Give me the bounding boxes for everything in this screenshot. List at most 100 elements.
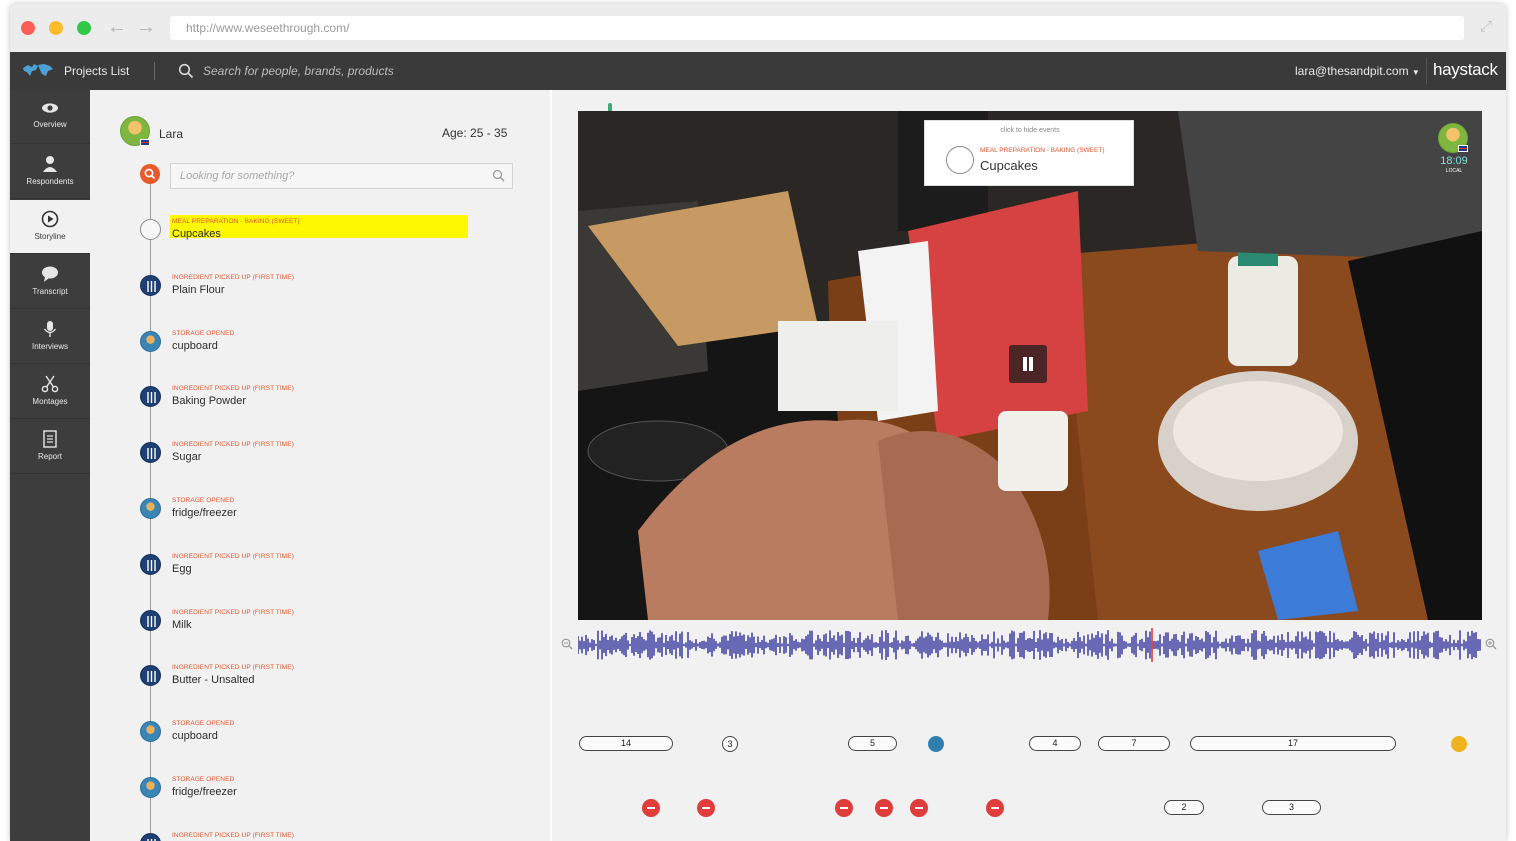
brand-logo[interactable]: haystack xyxy=(1433,60,1498,80)
storage-icon[interactable] xyxy=(140,777,161,798)
storage-icon[interactable] xyxy=(140,331,161,352)
timeline-event[interactable]: INGREDIENT PICKED UP (FIRST TIME) Baking … xyxy=(140,385,520,416)
overlay-hide-hint[interactable]: click to hide events xyxy=(925,127,1135,134)
search-icon[interactable] xyxy=(178,63,194,79)
timeline-event[interactable]: STORAGE OPENED cupboard xyxy=(140,330,520,361)
forward-arrow-icon[interactable]: → xyxy=(136,16,156,38)
minimize-window-button[interactable] xyxy=(49,21,63,35)
zoom-in-icon[interactable] xyxy=(1485,638,1497,650)
sidebar-item-label: Respondents xyxy=(26,177,74,186)
panel-divider xyxy=(550,90,552,841)
cutlery-icon[interactable] xyxy=(140,554,161,575)
maximize-window-button[interactable] xyxy=(77,21,91,35)
event-name: fridge/freezer xyxy=(172,786,237,798)
user-email: lara@thesandpit.com xyxy=(1295,64,1409,78)
timeline-event[interactable]: STORAGE OPENED fridge/freezer xyxy=(140,497,520,528)
event-name: cupboard xyxy=(172,730,218,742)
microphone-icon xyxy=(43,321,57,337)
event-cluster[interactable]: 5 xyxy=(848,736,897,751)
event-name: Cupcakes xyxy=(172,228,221,240)
sidebar-item-storyline[interactable]: Storyline xyxy=(10,200,90,254)
event-category: INGREDIENT PICKED UP (FIRST TIME) xyxy=(172,274,295,281)
zoom-out-icon[interactable] xyxy=(561,638,573,650)
search-field-icon[interactable] xyxy=(492,169,505,182)
cutlery-icon[interactable] xyxy=(140,442,161,463)
event-cluster[interactable]: 17 xyxy=(1190,736,1396,751)
alert-event-marker[interactable] xyxy=(1451,736,1467,752)
cutlery-icon[interactable] xyxy=(140,665,161,686)
cutlery-icon[interactable] xyxy=(140,275,161,296)
event-category: INGREDIENT PICKED UP (FIRST TIME) xyxy=(172,441,295,448)
world-map-logo-icon[interactable] xyxy=(22,62,54,80)
event-circle-icon[interactable] xyxy=(140,219,161,240)
sidebar-item-interviews[interactable]: Interviews xyxy=(10,310,90,364)
projects-list-link[interactable]: Projects List xyxy=(64,64,129,78)
audio-waveform[interactable] xyxy=(578,628,1482,662)
video-player[interactable]: click to hide events MEAL PREPARATION - … xyxy=(578,111,1482,620)
event-name: Sugar xyxy=(172,451,202,463)
sidebar-item-transcript[interactable]: Transcript xyxy=(10,255,90,309)
negative-event-marker[interactable] xyxy=(910,799,928,817)
timeline-event[interactable]: STORAGE OPENED cupboard xyxy=(140,720,520,751)
storage-icon[interactable] xyxy=(140,498,161,519)
negative-event-marker[interactable] xyxy=(875,799,893,817)
sidebar-item-respondents[interactable]: Respondents xyxy=(10,145,90,199)
eye-icon xyxy=(42,103,58,113)
event-category: STORAGE OPENED xyxy=(172,776,235,783)
negative-event-marker[interactable] xyxy=(697,799,715,817)
uk-flag-icon xyxy=(1458,145,1468,152)
sidebar-item-label: Transcript xyxy=(32,287,68,296)
timeline-event[interactable]: INGREDIENT PICKED UP (FIRST TIME) Plain F… xyxy=(140,274,520,305)
event-cluster[interactable]: 7 xyxy=(1098,736,1170,751)
sidebar-item-montages[interactable]: Montages xyxy=(10,365,90,419)
event-cluster[interactable]: 3 xyxy=(1262,800,1321,815)
fullscreen-icon[interactable]: ⤢ xyxy=(1480,18,1492,35)
close-window-button[interactable] xyxy=(21,21,35,35)
event-cluster[interactable]: 2 xyxy=(1164,800,1204,815)
timeline-event[interactable]: INGREDIENT PICKED UP (FIRST TIME) Milk xyxy=(140,609,520,640)
pause-button[interactable] xyxy=(1009,345,1047,383)
timeline-event[interactable]: INGREDIENT PICKED UP (FIRST TIME) Butter … xyxy=(140,664,520,695)
event-cluster[interactable]: 3 xyxy=(722,736,738,752)
sidebar-item-report[interactable]: Report xyxy=(10,420,90,474)
event-category: STORAGE OPENED xyxy=(172,497,235,504)
negative-event-marker[interactable] xyxy=(642,799,660,817)
cutlery-icon[interactable] xyxy=(140,833,161,841)
storage-icon[interactable] xyxy=(140,721,161,742)
sidebar-item-label: Report xyxy=(37,452,62,461)
sidebar: Overview Respondents Storyline Transcrip… xyxy=(10,90,90,841)
timeline-event[interactable]: INGREDIENT PICKED UP (FIRST TIME) Egg xyxy=(140,553,520,584)
event-category: MEAL PREPARATION - BAKING (SWEET) xyxy=(172,218,300,225)
timeline-search-input[interactable]: Looking for something? xyxy=(170,163,513,189)
event-name: Baking Powder xyxy=(172,395,246,407)
timeline-event[interactable]: STORAGE OPENED fridge/freezer xyxy=(140,776,520,807)
scissors-icon xyxy=(41,375,59,393)
app-header: Projects List Search for people, brands,… xyxy=(10,52,1506,90)
overlay-event-category: MEAL PREPARATION - BAKING (SWEET) xyxy=(980,147,1105,154)
speech-bubble-icon xyxy=(42,266,58,282)
timeline-search-icon[interactable] xyxy=(140,164,160,184)
event-category: INGREDIENT PICKED UP (FIRST TIME) xyxy=(172,609,295,616)
back-arrow-icon[interactable]: ← xyxy=(107,16,127,38)
storage-event-marker[interactable] xyxy=(928,736,944,752)
sidebar-item-label: Storyline xyxy=(34,232,66,241)
sidebar-item-overview[interactable]: Overview xyxy=(10,90,90,144)
event-category: INGREDIENT PICKED UP (FIRST TIME) xyxy=(172,664,295,671)
cutlery-icon[interactable] xyxy=(140,386,161,407)
negative-event-marker[interactable] xyxy=(835,799,853,817)
event-name: fridge/freezer xyxy=(172,507,237,519)
global-search-input[interactable]: Search for people, brands, products xyxy=(203,64,394,78)
event-overlay[interactable]: click to hide events MEAL PREPARATION - … xyxy=(924,120,1134,186)
play-icon xyxy=(41,210,59,228)
user-menu[interactable]: lara@thesandpit.com ▼ xyxy=(1295,64,1420,78)
timeline-event[interactable]: MEAL PREPARATION - BAKING (SWEET) Cupcake… xyxy=(140,215,520,249)
timeline-event[interactable]: INGREDIENT PICKED UP (FIRST TIME) Sugar xyxy=(140,441,520,472)
negative-event-marker[interactable] xyxy=(986,799,1004,817)
event-cluster[interactable]: 4 xyxy=(1029,736,1081,751)
uk-flag-icon xyxy=(140,139,150,146)
respondent-age: Age: 25 - 35 xyxy=(442,126,508,140)
address-bar[interactable]: http://www.weseethrough.com/ xyxy=(170,16,1464,40)
timeline-event[interactable]: INGREDIENT PICKED UP (FIRST TIME)Chocola… xyxy=(140,832,520,841)
cutlery-icon[interactable] xyxy=(140,610,161,631)
event-cluster[interactable]: 14 xyxy=(579,736,673,751)
